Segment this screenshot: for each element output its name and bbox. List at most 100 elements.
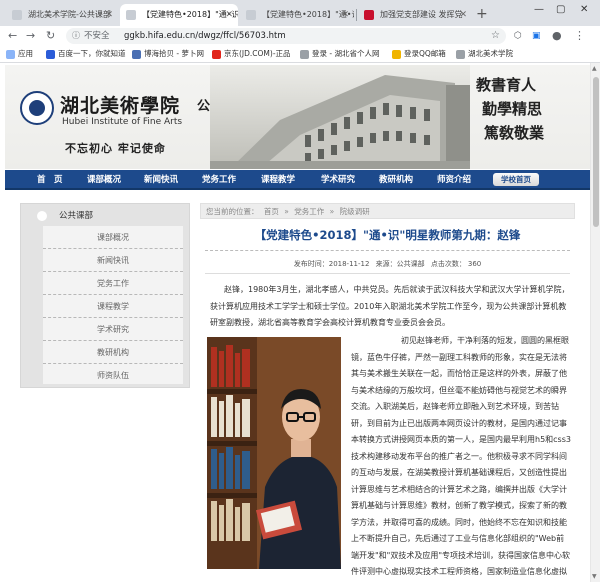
page-scrollbar[interactable]: ▲ ▼ bbox=[590, 63, 600, 582]
sidebar-item-news[interactable]: 新闻快讯 bbox=[43, 249, 183, 272]
breadcrumb-separator: » bbox=[329, 207, 335, 216]
publish-date: 发布时间：2018-11-12 bbox=[293, 260, 370, 268]
security-label: 不安全 bbox=[84, 31, 110, 41]
school-name-en: Hubei Institute of Fine Arts bbox=[62, 117, 183, 127]
header-slogan: 不忘初心 牢记使命 bbox=[65, 142, 166, 155]
page-viewport: 湖北美術學院 Hubei Institute of Fine Arts 公共课部… bbox=[0, 63, 590, 582]
sidebar-header: 公共课部 bbox=[27, 209, 185, 223]
apps-grid-icon bbox=[6, 50, 15, 59]
browser-toolbar: ← → ↻ ⓘ 不安全 ggkb.hifa.edu.cn/dwgz/ffcl/5… bbox=[0, 26, 600, 46]
breadcrumb-link-party[interactable]: 党务工作 bbox=[294, 207, 324, 216]
browser-tab-3[interactable]: 【党建特色•2018】"通•识 ✕ bbox=[240, 4, 354, 26]
nav-school-home[interactable]: 学校首页 bbox=[493, 173, 539, 186]
minimize-icon[interactable]: — bbox=[534, 4, 544, 15]
favicon-icon bbox=[126, 10, 136, 20]
school-motto: 教書育人 勤學精思 篤敎敬業 bbox=[476, 73, 576, 145]
address-bar[interactable]: ⓘ 不安全 ggkb.hifa.edu.cn/dwgz/ffcl/56703.h… bbox=[66, 28, 506, 44]
sidebar: 公共课部 课部概况 新闻快讯 党务工作 课程教学 学术研究 教研机构 师资队伍 bbox=[20, 203, 190, 388]
scroll-down-arrow-icon[interactable]: ▼ bbox=[592, 573, 597, 580]
breadcrumb-link-current[interactable]: 院级调研 bbox=[340, 207, 370, 216]
article-title: 【党建特色•2018】"通•识"明星教师第九期：赵锋 bbox=[254, 228, 521, 242]
article-paragraph-2: 初见赵锋老师，干净利落的短发，圆圆的黑框眼镜，蓝色牛仔裤，严然一副理工科教师的形… bbox=[207, 333, 572, 582]
motto-line: 勤學精思 bbox=[482, 100, 543, 118]
menu-kebab-icon[interactable]: ⋮ bbox=[574, 28, 585, 44]
close-tab-icon[interactable]: ✕ bbox=[341, 4, 349, 26]
browser-tab-1[interactable]: 湖北美术学院-公共课部 ✕ bbox=[6, 4, 118, 26]
reload-icon[interactable]: ↻ bbox=[46, 28, 55, 44]
favicon-icon bbox=[12, 10, 22, 20]
teacher-portrait-image bbox=[207, 337, 341, 569]
nav-party-work[interactable]: 党务工作 bbox=[202, 170, 236, 190]
nav-institutes[interactable]: 教研机构 bbox=[379, 170, 413, 190]
meta-divider bbox=[205, 273, 570, 274]
nav-home[interactable]: 首 页 bbox=[37, 170, 63, 190]
tab-title: 湖北美术学院-公共课部 bbox=[28, 10, 111, 19]
browser-tab-4[interactable]: 加强党支部建设 发挥党 ✕ bbox=[358, 4, 472, 26]
breadcrumb-link-home[interactable]: 首页 bbox=[264, 207, 279, 216]
motto-line: 教書育人 bbox=[476, 76, 537, 94]
back-arrow-icon[interactable]: ← bbox=[8, 28, 17, 44]
bookmark-baidu[interactable]: 百度一下，你就知道 bbox=[46, 47, 126, 61]
bookmark-hubei[interactable]: 登录 - 湖北省个人网 bbox=[300, 47, 379, 61]
tab-title: 加强党支部建设 发挥党 bbox=[380, 10, 463, 19]
globe-icon bbox=[456, 50, 465, 59]
translate-icon[interactable]: ▣ bbox=[532, 28, 541, 44]
bohai-icon bbox=[132, 50, 141, 59]
site-header: 湖北美術學院 Hubei Institute of Fine Arts 公共课部… bbox=[5, 65, 590, 169]
nav-overview[interactable]: 课部概况 bbox=[87, 170, 121, 190]
breadcrumb-separator: » bbox=[284, 207, 289, 216]
browser-tab-2[interactable]: 【党建特色•2018】"通•识 ✕ bbox=[120, 4, 238, 26]
article-meta: 发布时间：2018-11-12 来源：公共课部 点击次数： 360 bbox=[200, 259, 575, 269]
breadcrumb-prefix: 您当前的位置： bbox=[206, 207, 259, 216]
school-name-cn: 湖北美術學院 bbox=[60, 95, 181, 117]
favicon-icon bbox=[246, 10, 256, 20]
sidebar-item-teaching[interactable]: 课程教学 bbox=[43, 295, 183, 318]
sidebar-menu: 课部概况 新闻快讯 党务工作 课程教学 学术研究 教研机构 师资队伍 bbox=[43, 226, 183, 384]
motto-line: 篤敎敬業 bbox=[484, 124, 545, 142]
nav-news[interactable]: 新闻快讯 bbox=[144, 170, 178, 190]
sidebar-item-party-work[interactable]: 党务工作 bbox=[43, 272, 183, 295]
article-paragraph-1: 赵锋，1980年3月生，湖北孝感人，中共党员。先后就读于武汉科技大学和武汉大学计… bbox=[210, 285, 570, 327]
bookmark-bohai[interactable]: 博海拾贝 - 萝卜网 bbox=[132, 47, 204, 61]
tab-divider bbox=[356, 9, 357, 21]
bookmark-qqmail[interactable]: 登录QQ邮箱 bbox=[392, 47, 446, 61]
new-tab-icon[interactable]: + bbox=[476, 6, 488, 22]
close-tab-icon[interactable]: ✕ bbox=[459, 4, 467, 26]
bookmark-jd[interactable]: 京东(JD.COM)-正品 bbox=[212, 47, 291, 61]
nav-research[interactable]: 学术研究 bbox=[321, 170, 355, 190]
breadcrumb: 您当前的位置： 首页 » 党务工作 » 院级调研 bbox=[200, 203, 575, 219]
browser-tab-bar: 湖北美术学院-公共课部 ✕ 【党建特色•2018】"通•识 ✕ 【党建特色•20… bbox=[0, 0, 600, 26]
scroll-up-arrow-icon[interactable]: ▲ bbox=[592, 65, 597, 72]
school-seal-icon bbox=[20, 91, 54, 125]
forward-arrow-icon[interactable]: → bbox=[26, 28, 35, 44]
nav-teaching[interactable]: 课程教学 bbox=[261, 170, 295, 190]
close-tab-icon[interactable]: ✕ bbox=[105, 4, 113, 26]
close-tab-icon[interactable]: ✕ bbox=[225, 4, 233, 26]
sidebar-item-faculty[interactable]: 师资队伍 bbox=[43, 364, 183, 387]
nav-faculty[interactable]: 师资介绍 bbox=[437, 170, 471, 190]
baidu-icon bbox=[46, 50, 55, 59]
article-source: 来源：公共课部 bbox=[375, 260, 425, 268]
main-navigation: 首 页 课部概况 新闻快讯 党务工作 课程教学 学术研究 教研机构 师资介绍 学… bbox=[5, 170, 590, 190]
view-count: 360 bbox=[467, 260, 482, 268]
bullet-icon bbox=[37, 211, 47, 221]
bookmark-star-icon[interactable]: ☆ bbox=[491, 28, 500, 44]
jd-icon bbox=[212, 50, 221, 59]
info-icon[interactable]: ⓘ bbox=[72, 28, 80, 44]
sidebar-item-overview[interactable]: 课部概况 bbox=[43, 226, 183, 249]
extension-icon[interactable]: ⬡ bbox=[514, 28, 522, 44]
globe-icon bbox=[300, 50, 309, 59]
view-count-label: 点击次数： bbox=[430, 260, 466, 268]
favicon-icon bbox=[364, 10, 374, 20]
bookmark-hifa[interactable]: 湖北美术学院 bbox=[456, 47, 513, 61]
close-window-icon[interactable]: ✕ bbox=[580, 4, 588, 15]
profile-icon[interactable]: ● bbox=[552, 28, 562, 44]
maximize-icon[interactable]: ▢ bbox=[556, 4, 565, 15]
bookmark-apps[interactable]: 应用 bbox=[6, 47, 33, 61]
campus-building-image bbox=[210, 65, 470, 169]
bookmarks-bar: 应用 百度一下，你就知道 博海拾贝 - 萝卜网 京东(JD.COM)-正品 登录… bbox=[0, 46, 600, 63]
sidebar-item-research[interactable]: 学术研究 bbox=[43, 318, 183, 341]
url-text[interactable]: ggkb.hifa.edu.cn/dwgz/ffcl/56703.htm bbox=[124, 28, 286, 44]
scrollbar-thumb[interactable] bbox=[593, 77, 599, 227]
sidebar-item-institutes[interactable]: 教研机构 bbox=[43, 341, 183, 364]
